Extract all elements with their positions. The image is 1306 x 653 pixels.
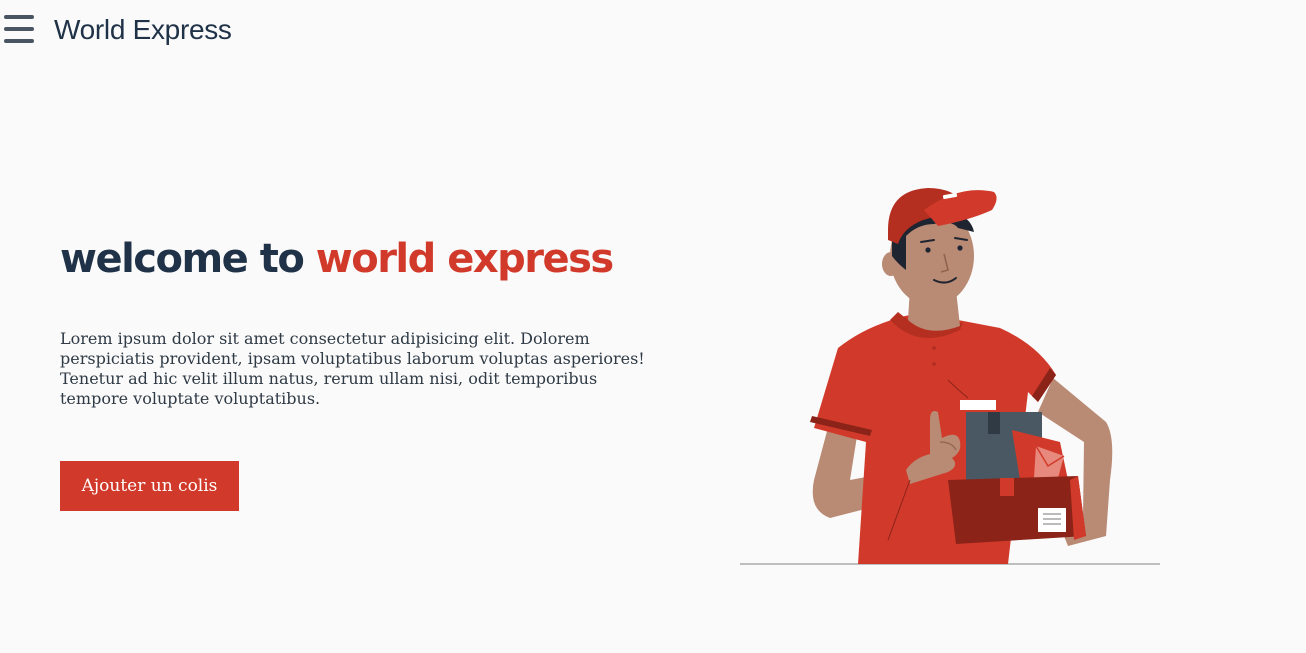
hero-title: welcome to world express [60,236,614,282]
add-parcel-button[interactable]: Ajouter un colis [60,461,239,511]
brand-title[interactable]: World Express [54,14,232,46]
top-bar: World Express [0,0,1306,64]
delivery-man-illustration [740,188,1160,565]
hero-title-part2: world express [315,236,614,282]
hero-description: Lorem ipsum dolor sit amet consectetur a… [60,329,645,408]
hero-title-part1: welcome to [60,236,305,282]
hamburger-menu-icon[interactable] [3,14,35,46]
